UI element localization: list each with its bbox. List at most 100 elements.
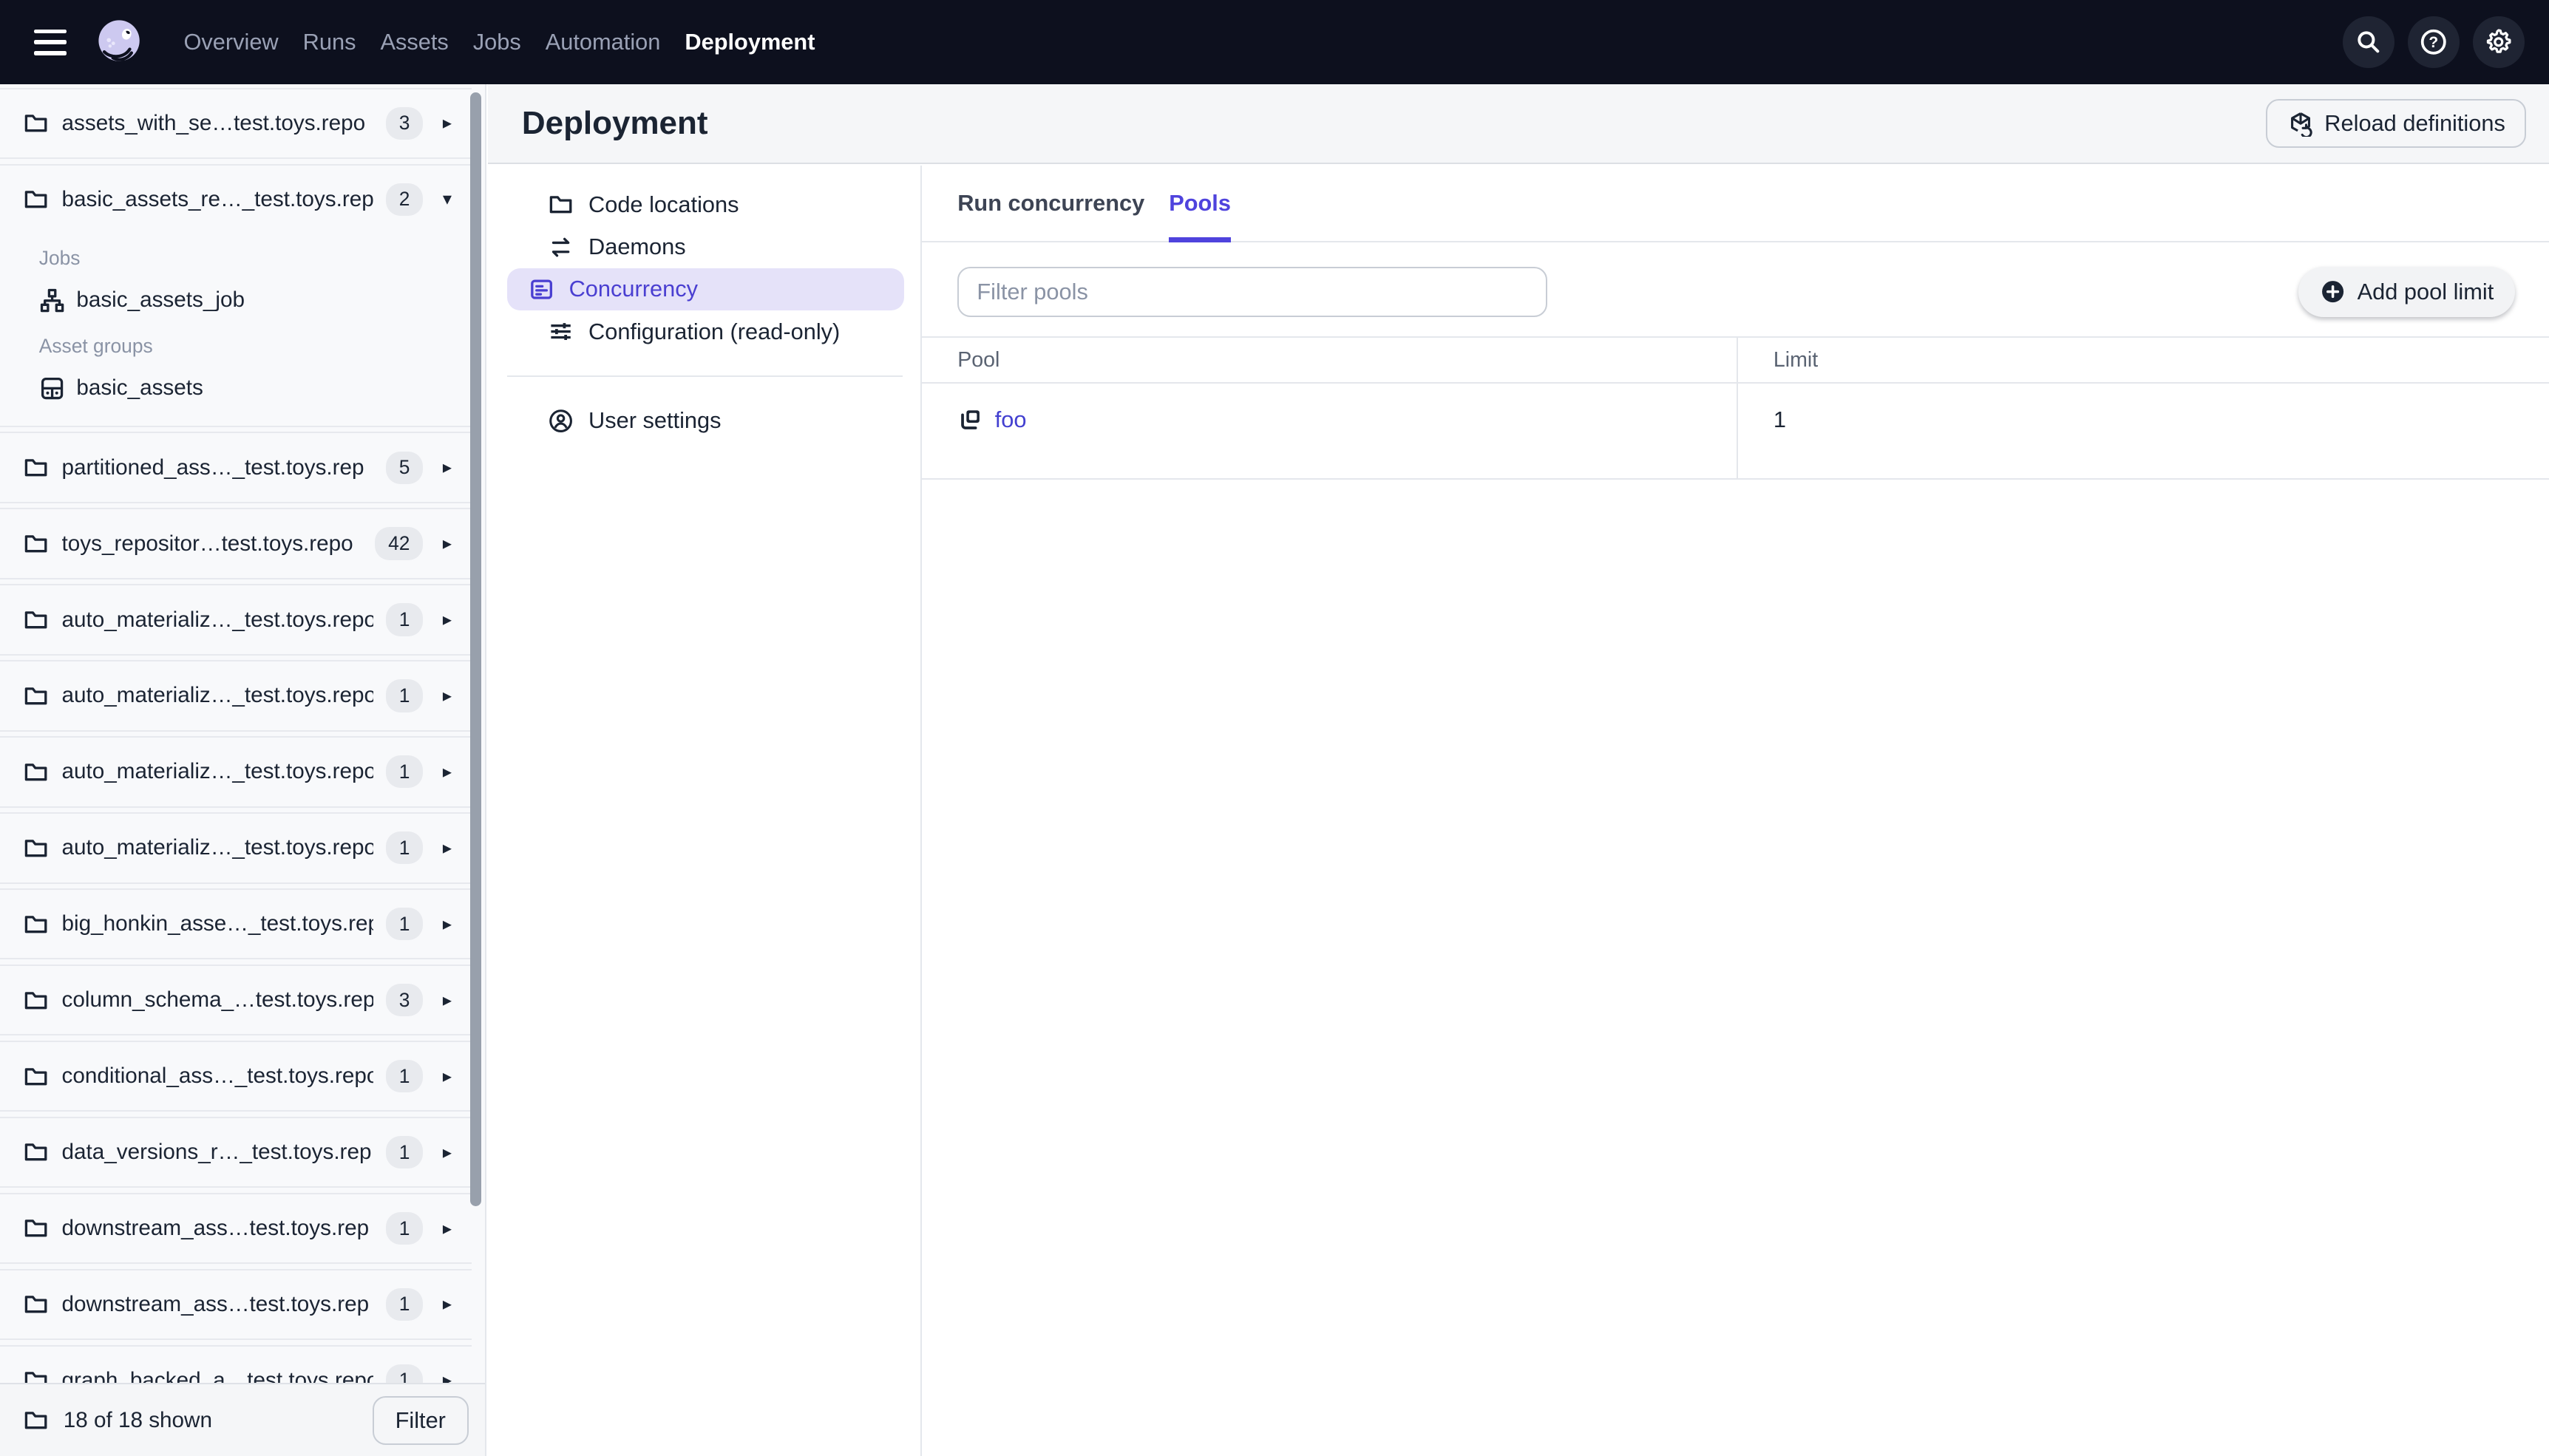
repo-label: auto_materializ…_test.toys.repo	[61, 759, 373, 784]
search-button[interactable]	[2342, 16, 2395, 69]
repo-row[interactable]: conditional_ass…_test.toys.repo 1 ▸	[0, 1042, 472, 1110]
page-title: Deployment	[521, 105, 708, 142]
topnav-link-deployment[interactable]: Deployment	[685, 0, 815, 84]
topnav-link-jobs[interactable]: Jobs	[473, 0, 521, 84]
folder-icon	[23, 607, 49, 633]
repo-row[interactable]: basic_assets_re…_test.toys.rep 2 ▾	[0, 166, 472, 234]
tab-run-concurrency[interactable]: Run concurrency	[957, 166, 1144, 240]
settings-gear-icon	[2486, 29, 2511, 54]
chevron-right-icon[interactable]: ▸	[436, 761, 459, 783]
chevron-right-icon[interactable]: ▸	[436, 1218, 459, 1239]
repo-row[interactable]: graph_backed_a…test.toys.repo 1 ▸	[0, 1347, 472, 1384]
repo-row[interactable]: auto_materializ…_test.toys.repo 1 ▸	[0, 585, 472, 653]
chevron-right-icon[interactable]: ▸	[436, 990, 459, 1011]
folder-icon	[23, 835, 49, 861]
repo-label: downstream_ass…test.toys.rep	[61, 1291, 370, 1316]
chevron-right-icon[interactable]: ▸	[436, 609, 459, 630]
help-button[interactable]: ?	[2407, 16, 2460, 69]
reload-definitions-button[interactable]: Reload definitions	[2266, 99, 2527, 149]
settings-nav-label: Code locations	[588, 191, 739, 218]
repo-row[interactable]: downstream_ass…test.toys.rep 1 ▸	[0, 1194, 472, 1262]
settings-nav-configuration-read-only[interactable]: Configuration (read-only)	[507, 310, 904, 353]
help-icon: ?	[2420, 30, 2446, 55]
job-icon	[39, 288, 65, 313]
tab-pools[interactable]: Pools	[1169, 166, 1232, 243]
chevron-right-icon[interactable]: ▸	[436, 1066, 459, 1087]
repo-item: assets_with_se…test.toys.repo 3 ▸	[0, 87, 472, 160]
repo-label: graph_backed_a…test.toys.repo	[61, 1367, 373, 1384]
chevron-right-icon[interactable]: ▸	[436, 837, 459, 859]
repo-label: partitioned_ass…_test.toys.rep	[61, 455, 364, 480]
folder-icon	[548, 191, 574, 217]
repo-count-badge: 5	[386, 451, 423, 484]
repo-item: data_versions_r…_test.toys.rep 1 ▸	[0, 1116, 472, 1188]
chevron-right-icon[interactable]: ▸	[436, 1293, 459, 1315]
plus-circle-icon	[2322, 281, 2344, 303]
chevron-right-icon[interactable]: ▸	[436, 914, 459, 935]
repo-item: toys_repositor…test.toys.repo 42 ▸	[0, 508, 472, 579]
repo-count-badge: 1	[386, 1364, 423, 1384]
repo-row[interactable]: partitioned_ass…_test.toys.rep 5 ▸	[0, 433, 472, 501]
settings-nav-code-locations[interactable]: Code locations	[507, 183, 904, 225]
section-title: Jobs	[38, 246, 81, 269]
add-pool-limit-button[interactable]: Add pool limit	[2298, 266, 2515, 317]
repo-label: big_honkin_asse…_test.toys.rep	[61, 911, 373, 936]
repo-expanded-content: Jobs basic_assets_job Asset groups basic_as…	[0, 247, 472, 426]
chevron-down-icon[interactable]: ▾	[436, 188, 459, 210]
settings-nav-concurrency[interactable]: Concurrency	[507, 268, 904, 310]
sidebar-scrollbar[interactable]	[469, 92, 482, 1206]
reload-cube-icon	[2290, 112, 2312, 137]
code-location-list: assets_with_se…test.toys.repo 3 ▸ basic_ass…	[0, 84, 472, 1384]
dagster-octopus-logo[interactable]	[95, 17, 145, 67]
repo-label: column_schema_…test.toys.rep	[61, 987, 373, 1013]
chevron-right-icon[interactable]: ▸	[436, 685, 459, 707]
repo-row[interactable]: big_honkin_asse…_test.toys.rep 1 ▸	[0, 890, 472, 958]
repo-count-badge: 1	[386, 1211, 423, 1245]
folder-icon	[23, 759, 49, 785]
repo-count-badge: 1	[386, 679, 423, 712]
repo-count-badge: 1	[386, 1135, 423, 1169]
topnav-link-overview[interactable]: Overview	[183, 0, 278, 84]
code-location-sidebar: assets_with_se…test.toys.repo 3 ▸ basic_ass…	[0, 84, 486, 1456]
chevron-right-icon[interactable]: ▸	[436, 1370, 459, 1383]
repo-item: column_schema_…test.toys.rep 3 ▸	[0, 965, 472, 1036]
repo-count-badge: 3	[386, 984, 423, 1017]
sidebar-entry-basic_assets[interactable]: basic_assets	[23, 367, 455, 409]
settings-nav-user-settings[interactable]: User settings	[507, 400, 904, 442]
topnav-link-runs[interactable]: Runs	[303, 0, 356, 84]
repo-count-badge: 1	[386, 1060, 423, 1093]
repo-label: auto_materializ…_test.toys.repo	[61, 607, 373, 632]
repo-row[interactable]: toys_repositor…test.toys.repo 42 ▸	[0, 509, 472, 577]
repo-row[interactable]: auto_materializ…_test.toys.repo 1 ▸	[0, 814, 472, 882]
repo-row[interactable]: auto_materializ…_test.toys.repo 1 ▸	[0, 738, 472, 806]
topnav-link-automation[interactable]: Automation	[546, 0, 661, 84]
sidebar-entry-basic_assets_job[interactable]: basic_assets_job	[23, 279, 455, 322]
repo-count-badge: 1	[386, 755, 423, 789]
repo-row[interactable]: auto_materializ…_test.toys.repo 1 ▸	[0, 661, 472, 729]
pool-link-foo[interactable]: foo	[995, 406, 1027, 433]
folder-icon	[23, 186, 49, 212]
chevron-right-icon[interactable]: ▸	[436, 457, 459, 478]
chevron-right-icon[interactable]: ▸	[436, 112, 459, 134]
settings-nav-daemons[interactable]: Daemons	[507, 226, 904, 268]
sidebar-filter-button[interactable]: Filter	[372, 1395, 469, 1445]
repo-label: downstream_ass…test.toys.rep	[61, 1216, 370, 1241]
repo-row[interactable]: downstream_ass…test.toys.rep 1 ▸	[0, 1270, 472, 1338]
repo-row[interactable]: assets_with_se…test.toys.repo 3 ▸	[0, 89, 472, 157]
chevron-right-icon[interactable]: ▸	[436, 1142, 459, 1163]
repo-row[interactable]: data_versions_r…_test.toys.rep 1 ▸	[0, 1118, 472, 1186]
sidebar-footer: 18 of 18 shown Filter	[0, 1383, 485, 1456]
repo-item: downstream_ass…test.toys.rep 1 ▸	[0, 1192, 472, 1265]
filter-pools-input[interactable]	[957, 266, 1548, 317]
user-settings-button[interactable]	[2472, 16, 2525, 69]
repo-item: graph_backed_a…test.toys.repo 1 ▸	[0, 1344, 472, 1384]
repo-item: auto_materializ…_test.toys.repo 1 ▸	[0, 660, 472, 732]
repo-row[interactable]: column_schema_…test.toys.rep 3 ▸	[0, 966, 472, 1034]
chevron-right-icon[interactable]: ▸	[436, 533, 459, 554]
folder-icon	[23, 1291, 49, 1317]
pools-table-header: Pool Limit	[921, 336, 2549, 384]
hamburger-icon[interactable]	[34, 29, 67, 55]
limit-column-header: Limit	[1736, 338, 2549, 382]
topnav-link-assets[interactable]: Assets	[380, 0, 448, 84]
section-title: Asset groups	[38, 334, 153, 357]
